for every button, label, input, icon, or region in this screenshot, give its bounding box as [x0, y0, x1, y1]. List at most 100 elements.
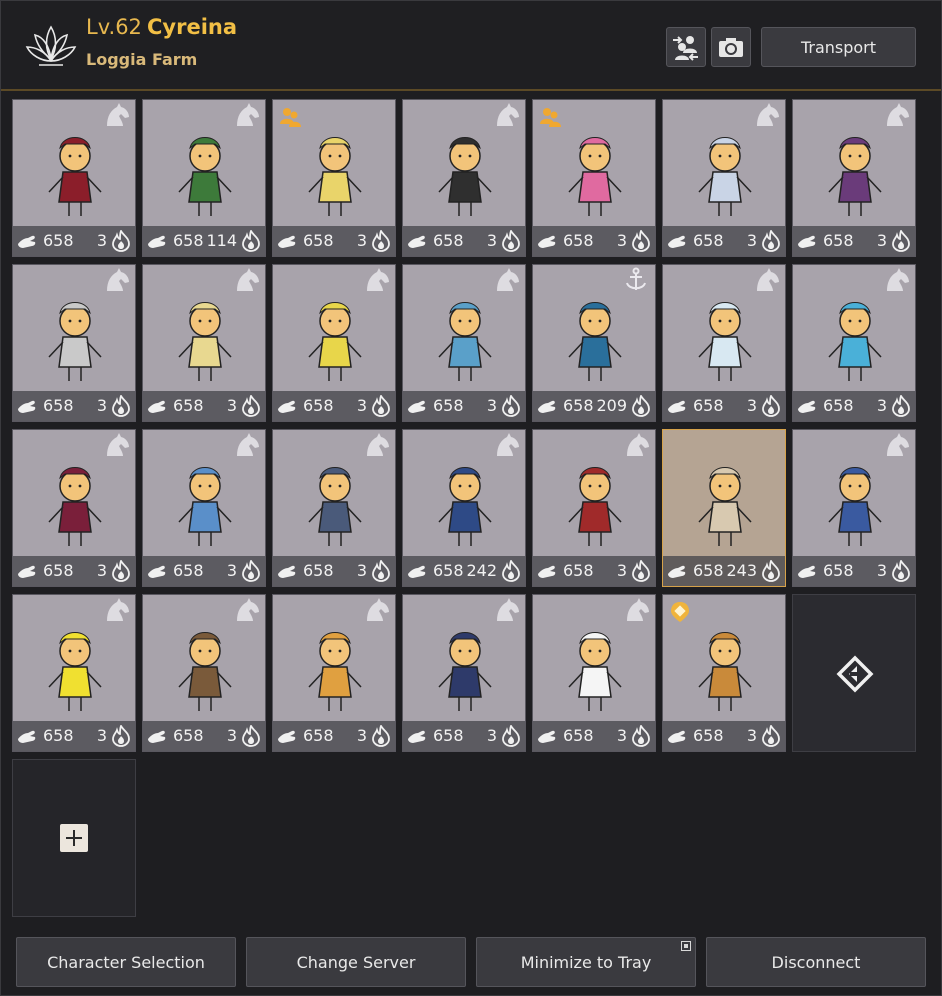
- flame-icon: [242, 395, 260, 417]
- hand-energy-icon: [798, 400, 816, 413]
- flame-icon: [372, 230, 390, 252]
- character-card[interactable]: 658 3: [142, 429, 266, 587]
- flame-icon: [242, 560, 260, 582]
- flame-icon: [112, 230, 130, 252]
- character-card[interactable]: 658 243: [662, 429, 786, 587]
- card-footer: 658 3: [273, 226, 395, 256]
- horse-icon: [627, 598, 649, 621]
- ap-value: 658: [303, 726, 334, 745]
- flame-icon: [762, 230, 780, 252]
- card-footer: 658 3: [403, 391, 525, 421]
- character-selection-button[interactable]: Character Selection: [16, 937, 236, 987]
- character-card[interactable]: 658 3: [532, 99, 656, 257]
- energy-value: 3: [616, 231, 627, 250]
- energy-value: 3: [96, 726, 107, 745]
- flame-icon: [372, 395, 390, 417]
- character-card[interactable]: 658 3: [12, 594, 136, 752]
- character-card[interactable]: 658 3: [12, 264, 136, 422]
- horse-icon: [367, 598, 389, 621]
- energy-value: 3: [96, 561, 107, 580]
- card-footer: 658 3: [793, 391, 915, 421]
- character-card[interactable]: 658 3: [662, 99, 786, 257]
- character-card[interactable]: 658 3: [662, 594, 786, 752]
- energy-value: 209: [596, 396, 627, 415]
- character-portrait: [178, 302, 232, 381]
- horse-icon: [497, 103, 519, 126]
- location-pin-icon: [671, 602, 689, 622]
- add-character-button[interactable]: [12, 759, 136, 917]
- ap-value: 658: [173, 396, 204, 415]
- flame-icon: [892, 230, 910, 252]
- character-portrait: [438, 632, 492, 711]
- character-portrait: [568, 467, 622, 546]
- character-portrait: [828, 302, 882, 381]
- card-footer: 658 3: [143, 391, 265, 421]
- character-card[interactable]: 658 209: [532, 264, 656, 422]
- character-portrait: [48, 467, 102, 546]
- ap-value: 658: [823, 396, 854, 415]
- flame-icon: [372, 560, 390, 582]
- hand-energy-icon: [668, 565, 686, 578]
- character-card[interactable]: 658 3: [792, 264, 916, 422]
- character-portrait: [438, 467, 492, 546]
- change-server-button[interactable]: Change Server: [246, 937, 466, 987]
- group-icon: [280, 108, 301, 127]
- character-card[interactable]: 658 3: [142, 264, 266, 422]
- character-card[interactable]: 658 3: [532, 429, 656, 587]
- character-card[interactable]: 658 3: [532, 594, 656, 752]
- character-card[interactable]: 658 3: [272, 99, 396, 257]
- next-page-icon: [836, 655, 874, 693]
- hand-energy-icon: [18, 730, 36, 743]
- character-card[interactable]: 658 3: [12, 99, 136, 257]
- character-portrait: [698, 302, 752, 381]
- character-card[interactable]: 658 3: [402, 264, 526, 422]
- energy-value: 3: [486, 396, 497, 415]
- card-footer: 658 3: [533, 721, 655, 751]
- card-footer: 658 3: [793, 226, 915, 256]
- character-portrait: [828, 467, 882, 546]
- card-footer: 658 3: [663, 721, 785, 751]
- ap-value: 658: [433, 396, 464, 415]
- horse-icon: [237, 103, 259, 126]
- screenshot-button[interactable]: [711, 27, 751, 67]
- character-card[interactable]: 658 3: [142, 594, 266, 752]
- character-card[interactable]: 658 3: [272, 264, 396, 422]
- horse-icon: [887, 433, 909, 456]
- transport-button[interactable]: Transport: [761, 27, 916, 67]
- minimize-corner-icon: [681, 941, 691, 951]
- disconnect-button[interactable]: Disconnect: [706, 937, 926, 987]
- character-card[interactable]: 658 3: [792, 99, 916, 257]
- card-footer: 658 3: [13, 721, 135, 751]
- character-level: Lv.62: [86, 15, 142, 39]
- character-card[interactable]: 658 3: [792, 429, 916, 587]
- energy-value: 243: [726, 561, 757, 580]
- energy-value: 3: [746, 726, 757, 745]
- ap-value: 658: [693, 396, 724, 415]
- energy-value: 3: [876, 561, 887, 580]
- flame-icon: [502, 560, 520, 582]
- energy-value: 3: [96, 396, 107, 415]
- character-card[interactable]: 658 3: [402, 99, 526, 257]
- character-card[interactable]: 658 3: [12, 429, 136, 587]
- card-footer: 658 3: [533, 226, 655, 256]
- minimize-to-tray-button[interactable]: Minimize to Tray: [476, 937, 696, 987]
- horse-icon: [237, 268, 259, 291]
- character-portrait: [308, 137, 362, 216]
- flame-icon: [632, 230, 650, 252]
- character-card[interactable]: 658 114: [142, 99, 266, 257]
- character-card[interactable]: 658 3: [402, 594, 526, 752]
- hand-energy-icon: [668, 235, 686, 248]
- hand-energy-icon: [278, 565, 296, 578]
- energy-value: 3: [96, 231, 107, 250]
- horse-icon: [497, 598, 519, 621]
- swap-characters-button[interactable]: [666, 27, 706, 67]
- character-card[interactable]: 658 3: [272, 429, 396, 587]
- flame-icon: [632, 560, 650, 582]
- character-card[interactable]: 658 3: [272, 594, 396, 752]
- character-card[interactable]: 658 242: [402, 429, 526, 587]
- next-page-button[interactable]: [792, 594, 916, 752]
- level-value: 62: [115, 15, 142, 39]
- hand-energy-icon: [668, 400, 686, 413]
- flame-icon: [112, 560, 130, 582]
- character-card[interactable]: 658 3: [662, 264, 786, 422]
